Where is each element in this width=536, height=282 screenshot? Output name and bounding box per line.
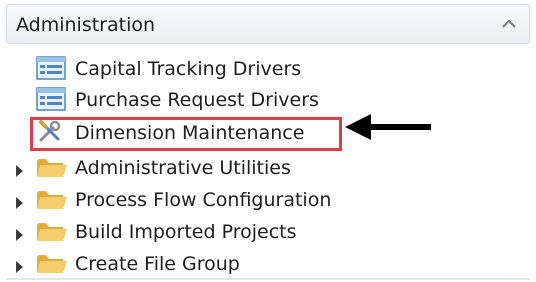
tree-item-create-file-group[interactable]: Create File Group: [0, 250, 520, 280]
tree-item-administrative-utilities[interactable]: Administrative Utilities: [0, 154, 520, 184]
tree-item-label: Process Flow Configuration: [75, 189, 332, 211]
tree-item-label: Administrative Utilities: [75, 157, 291, 179]
folder-icon: [36, 251, 68, 275]
folder-icon: [36, 155, 68, 179]
chevron-up-icon[interactable]: [497, 13, 521, 35]
tree-item-label: Create File Group: [75, 253, 240, 275]
expand-arrow-icon[interactable]: [15, 194, 25, 209]
tree-item-capital-tracking-drivers[interactable]: Capital Tracking Drivers: [0, 55, 520, 85]
folder-icon: [36, 219, 68, 243]
expand-arrow-icon[interactable]: [15, 226, 25, 241]
highlight-box: [30, 117, 342, 151]
tree-item-label: Capital Tracking Drivers: [75, 58, 302, 80]
panel-header[interactable]: Administration: [6, 4, 530, 44]
expand-arrow-icon[interactable]: [15, 258, 25, 273]
tree-item-label: Build Imported Projects: [75, 221, 297, 243]
folder-icon: [36, 187, 68, 211]
expand-arrow-icon[interactable]: [15, 162, 25, 177]
tree-item-build-imported-projects[interactable]: Build Imported Projects: [0, 218, 520, 248]
panel-bottom-divider: [6, 278, 530, 280]
panel-title: Administration: [16, 14, 156, 36]
tree-item-process-flow-configuration[interactable]: Process Flow Configuration: [0, 186, 520, 216]
list-report-icon: [36, 56, 66, 80]
tree-item-purchase-request-drivers[interactable]: Purchase Request Drivers: [0, 86, 520, 116]
administration-panel: Administration Capital Tracking Drivers: [0, 0, 536, 282]
arrow-left-icon: [345, 113, 433, 141]
list-report-icon: [36, 87, 66, 111]
tree-item-label: Purchase Request Drivers: [75, 89, 319, 111]
